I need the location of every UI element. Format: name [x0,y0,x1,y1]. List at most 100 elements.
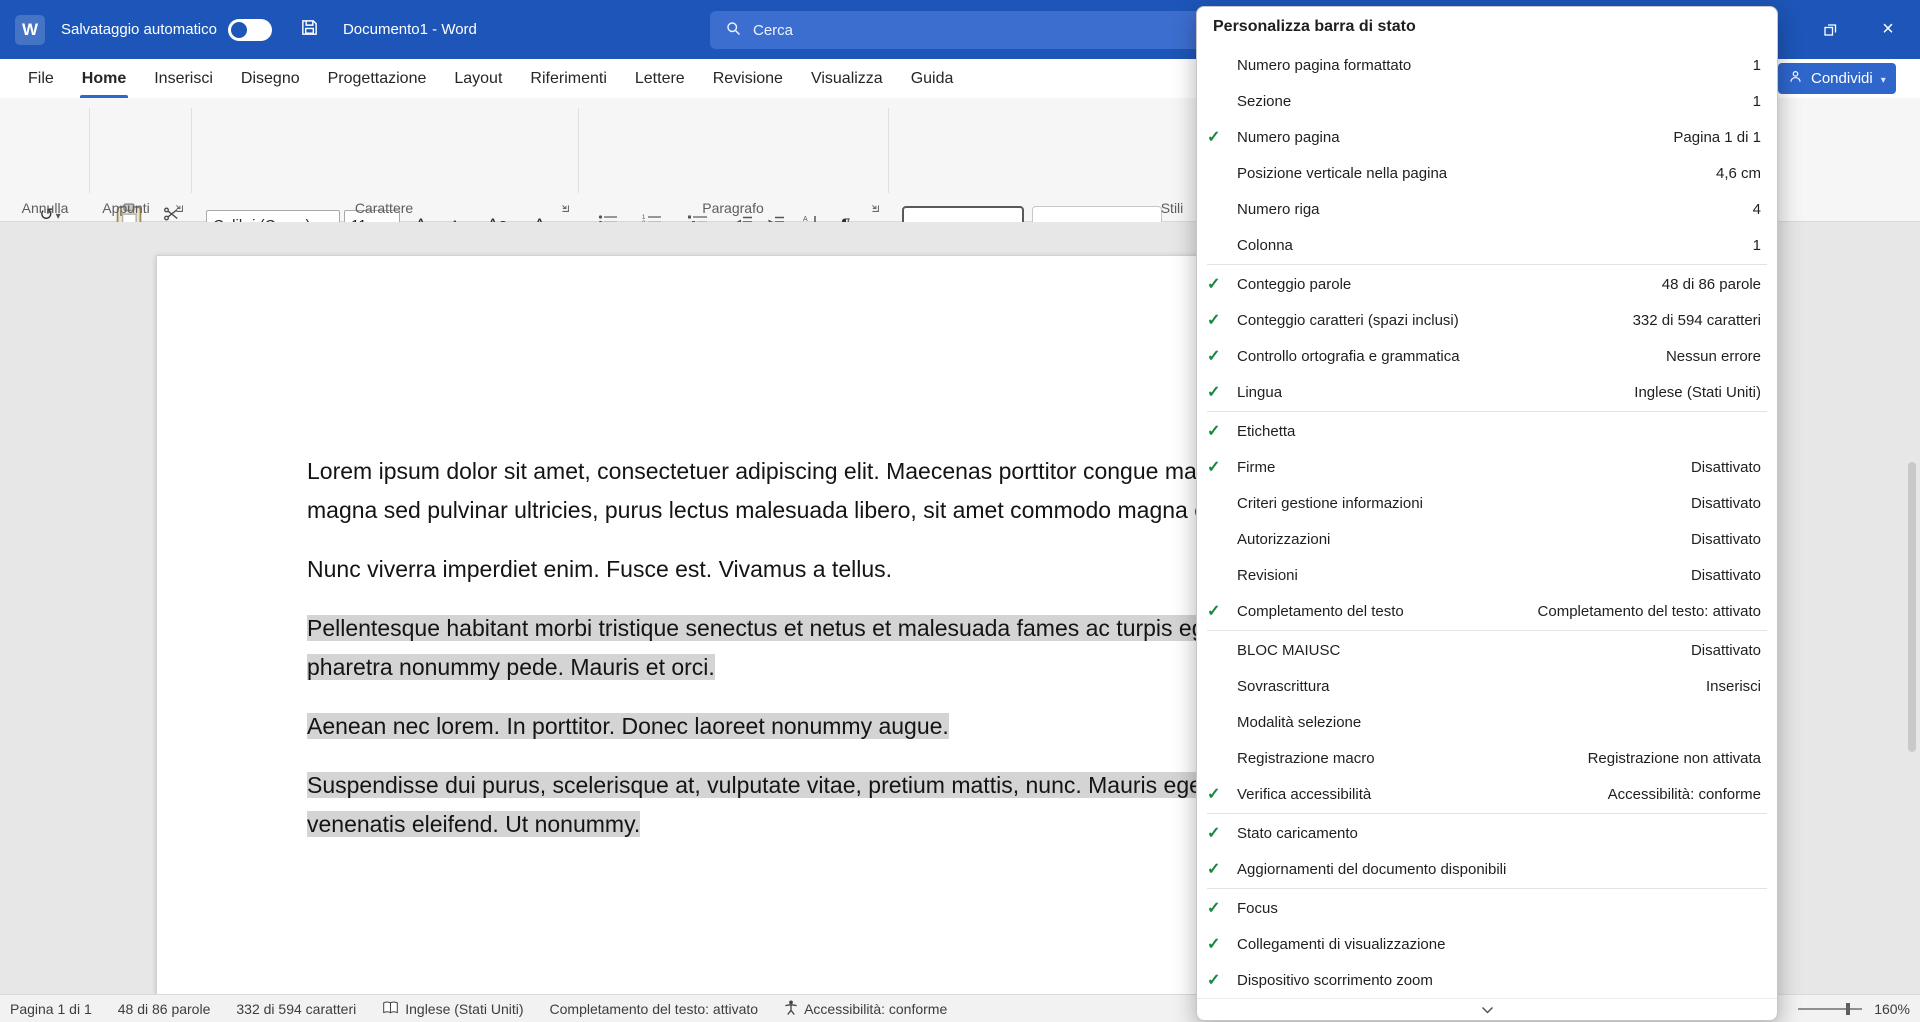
menu-item-value: Inglese (Stati Uniti) [1634,384,1761,401]
tab-revisione[interactable]: Revisione [699,59,797,98]
status-menu-item[interactable]: Numero riga4 [1197,191,1777,227]
status-menu-item[interactable]: ✓Etichetta [1197,413,1777,449]
tab-disegno[interactable]: Disegno [227,59,314,98]
status-menu-item[interactable]: AutorizzazioniDisattivato [1197,521,1777,557]
menu-item-label: BLOC MAIUSC [1237,642,1691,659]
status-menu-item[interactable]: ✓Aggiornamenti del documento disponibili [1197,851,1777,887]
status-menu-item[interactable]: Criteri gestione informazioniDisattivato [1197,485,1777,521]
status-menu-item[interactable]: ✓LinguaInglese (Stati Uniti) [1197,374,1777,410]
menu-item-value: 1 [1753,237,1761,254]
save-button[interactable] [300,18,319,42]
menu-item-value: Completamento del testo: attivato [1538,603,1761,620]
status-accessibility[interactable]: Accessibilità: conforme [784,1000,947,1018]
clipboard-dialog-launcher[interactable] [172,201,186,215]
status-char-count[interactable]: 332 di 594 caratteri [236,1001,356,1017]
scrollbar-thumb[interactable] [1908,462,1916,752]
status-page-number[interactable]: Pagina 1 di 1 [10,1001,92,1017]
status-menu-item[interactable]: Registrazione macroRegistrazione non att… [1197,740,1777,776]
menu-item-value: 4,6 cm [1716,165,1761,182]
menu-title: Personalizza barra di stato [1197,7,1777,47]
status-menu-item[interactable]: Colonna1 [1197,227,1777,263]
status-menu-item[interactable]: ✓Completamento del testoCompletamento de… [1197,593,1777,629]
tab-inserisci[interactable]: Inserisci [140,59,227,98]
checkmark-icon: ✓ [1207,127,1237,147]
chevron-down-icon [1481,1006,1494,1014]
status-menu-item[interactable]: ✓FirmeDisattivato [1197,449,1777,485]
tab-progettazione[interactable]: Progettazione [314,59,441,98]
close-button[interactable]: × [1860,0,1916,59]
menu-item-label: Registrazione macro [1237,750,1588,767]
menu-separator [1207,411,1767,412]
menu-item-value: Pagina 1 di 1 [1673,129,1761,146]
status-menu-item[interactable]: Modalità selezione [1197,704,1777,740]
menu-item-value: Nessun errore [1666,348,1761,365]
status-menu-item[interactable]: ✓Stato caricamento [1197,815,1777,851]
status-menu-item[interactable]: ✓Verifica accessibilitàAccessibilità: co… [1197,776,1777,812]
status-menu-item[interactable]: ✓Collegamenti di visualizzazione [1197,926,1777,962]
menu-item-value: Accessibilità: conforme [1608,786,1761,803]
menu-item-label: Numero pagina [1237,129,1673,146]
menu-item-value: 48 di 86 parole [1662,276,1761,293]
menu-item-label: Revisioni [1237,567,1691,584]
status-menu-items: Numero pagina formattato1Sezione1✓Numero… [1197,47,1777,998]
menu-item-label: Sezione [1237,93,1753,110]
checkmark-icon: ✓ [1207,346,1237,366]
group-label-undo: Annulla [22,200,69,216]
status-menu-item[interactable]: BLOC MAIUSCDisattivato [1197,632,1777,668]
menu-item-label: Firme [1237,459,1691,476]
font-dialog-launcher[interactable] [558,201,572,215]
autosave-label: Salvataggio automatico [61,21,217,38]
zoom-slider-thumb[interactable] [1846,1003,1850,1015]
status-menu-item[interactable]: Sezione1 [1197,83,1777,119]
group-label-font: Carattere [355,200,413,216]
tab-file[interactable]: File [14,59,68,98]
share-button[interactable]: Condividi [1778,63,1896,94]
paragraph-dialog-launcher[interactable] [868,201,882,215]
tab-guida[interactable]: Guida [897,59,968,98]
tab-lettere[interactable]: Lettere [621,59,699,98]
word-logo: W [15,15,45,45]
menu-scroll-down[interactable] [1197,998,1777,1020]
restore-button[interactable] [1802,0,1858,59]
menu-item-value: 1 [1753,93,1761,110]
menu-item-value: Disattivato [1691,567,1761,584]
checkmark-icon: ✓ [1207,382,1237,402]
status-menu-item[interactable]: SovrascritturaInserisci [1197,668,1777,704]
menu-item-label: Verifica accessibilità [1237,786,1608,803]
status-menu-item[interactable]: ✓Numero paginaPagina 1 di 1 [1197,119,1777,155]
menu-item-value: Disattivato [1691,495,1761,512]
status-menu-item[interactable]: Posizione verticale nella pagina4,6 cm [1197,155,1777,191]
menu-item-label: Etichetta [1237,423,1761,440]
tab-visualizza[interactable]: Visualizza [797,59,897,98]
search-bar[interactable]: Cerca [710,11,1210,49]
search-icon [725,20,742,41]
vertical-scrollbar[interactable] [1906,458,1918,994]
status-menu-item[interactable]: ✓Dispositivo scorrimento zoom [1197,962,1777,998]
status-autocomplete[interactable]: Completamento del testo: attivato [550,1001,759,1017]
status-menu-item[interactable]: Numero pagina formattato1 [1197,47,1777,83]
menu-item-label: Colonna [1237,237,1753,254]
checkmark-icon: ✓ [1207,310,1237,330]
menu-item-value: Disattivato [1691,642,1761,659]
tab-home[interactable]: Home [68,59,140,98]
group-label-paragraph: Paragrafo [702,200,763,216]
checkmark-icon: ✓ [1207,421,1237,441]
status-menu-item[interactable]: ✓Conteggio parole48 di 86 parole [1197,266,1777,302]
status-word-count[interactable]: 48 di 86 parole [118,1001,211,1017]
menu-separator [1207,813,1767,814]
status-menu-item[interactable]: ✓Controllo ortografia e grammaticaNessun… [1197,338,1777,374]
tab-riferimenti[interactable]: Riferimenti [516,59,620,98]
menu-separator [1207,630,1767,631]
status-language[interactable]: Inglese (Stati Uniti) [382,1000,523,1018]
menu-separator [1207,264,1767,265]
status-menu-item[interactable]: ✓Focus [1197,890,1777,926]
menu-item-value: Registrazione non attivata [1588,750,1761,767]
autosave-toggle[interactable] [228,19,272,41]
group-label-clipboard: Appunti [102,200,149,216]
tab-layout[interactable]: Layout [440,59,516,98]
zoom-slider[interactable] [1798,1008,1862,1010]
status-menu-item[interactable]: ✓Conteggio caratteri (spazi inclusi)332 … [1197,302,1777,338]
menu-item-label: Criteri gestione informazioni [1237,495,1691,512]
status-menu-item[interactable]: RevisioniDisattivato [1197,557,1777,593]
zoom-level[interactable]: 160% [1874,1001,1910,1017]
